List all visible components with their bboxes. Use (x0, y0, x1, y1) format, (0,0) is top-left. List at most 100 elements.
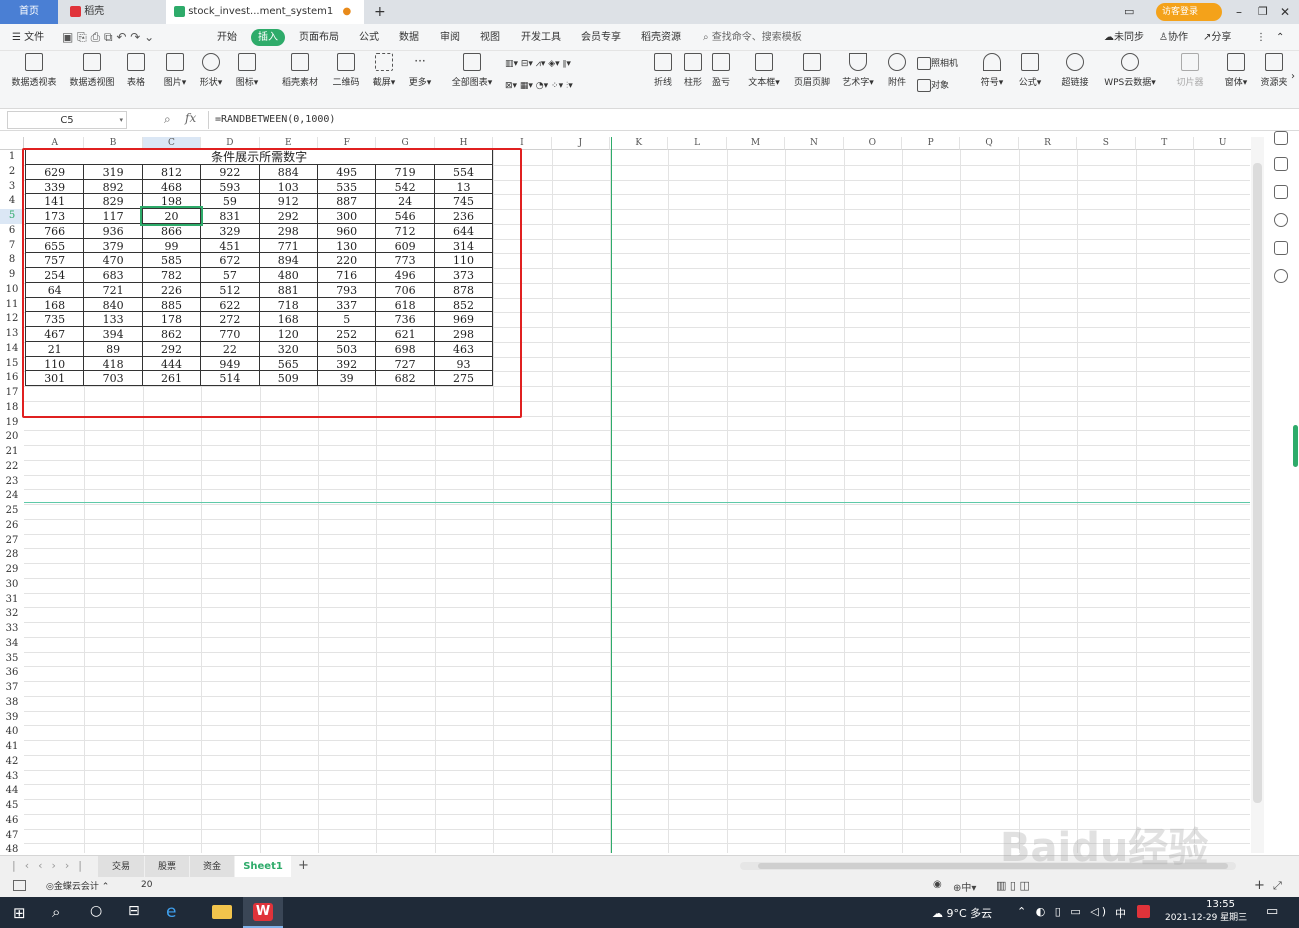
more-icon[interactable]: ⋮ (1256, 24, 1266, 51)
row-header[interactable]: 20 (0, 430, 24, 445)
wordart-button[interactable]: 艺术字▾ (839, 53, 877, 88)
row-header[interactable]: 17 (0, 386, 24, 401)
help-icon[interactable] (1274, 213, 1288, 227)
row-header[interactable]: 4 (0, 194, 24, 209)
textbox-button[interactable]: 文本框▾ (745, 53, 783, 88)
menu-page-layout[interactable]: 页面布局 (299, 24, 339, 51)
all-charts-button[interactable]: 全部图表▾ (448, 53, 496, 88)
wps-cloud-data-button[interactable]: WPS云数据▾ (1100, 53, 1160, 88)
kingdee-plugin[interactable]: ◎金蝶云会计 ⌃ (46, 879, 109, 892)
login-button[interactable]: 访客登录 (1156, 3, 1222, 21)
row-header[interactable]: 15 (0, 357, 24, 372)
windows-start-icon[interactable]: ⊞ (13, 904, 26, 922)
row-header[interactable]: 41 (0, 740, 24, 755)
menu-developer[interactable]: 开发工具 (521, 24, 561, 51)
sparkline-winloss-button[interactable]: 盈亏 (709, 53, 733, 88)
column-header[interactable]: N (785, 137, 844, 150)
weather-widget[interactable]: ☁ 9°C 多云 (932, 905, 992, 921)
row-header[interactable]: 45 (0, 799, 24, 814)
hyperlink-button[interactable]: 超链接 (1059, 53, 1091, 88)
row-header[interactable]: 10 (0, 283, 24, 298)
sheet-tab-trade[interactable]: 交易 (98, 856, 144, 878)
row-header[interactable]: 29 (0, 563, 24, 578)
row-header[interactable]: 24 (0, 489, 24, 504)
sheet-tab-stocks[interactable]: 股票 (145, 856, 189, 878)
command-search[interactable]: ⌕ 查找命令、搜索模板 (703, 24, 802, 51)
row-header[interactable]: 34 (0, 637, 24, 652)
row-header[interactable]: 30 (0, 578, 24, 593)
row-header[interactable]: 27 (0, 534, 24, 549)
column-header[interactable]: S (1077, 137, 1136, 150)
row-header[interactable]: 5 (0, 209, 24, 224)
new-tab-button[interactable]: + (374, 0, 390, 24)
row-header[interactable]: 16 (0, 371, 24, 386)
sparkline-line-button[interactable]: 折线 (651, 53, 675, 88)
row-header[interactable]: 11 (0, 298, 24, 313)
row-header[interactable]: 31 (0, 593, 24, 608)
row-header[interactable]: 26 (0, 519, 24, 534)
row-header[interactable]: 22 (0, 460, 24, 475)
sogou-ime-icon[interactable] (1137, 905, 1150, 918)
column-header[interactable]: J (551, 137, 610, 150)
file-explorer-icon[interactable] (212, 905, 232, 919)
menu-view[interactable]: 视图 (480, 24, 500, 51)
row-header[interactable]: 35 (0, 652, 24, 667)
settings-sliders-icon[interactable] (1274, 157, 1288, 171)
add-sheet-icon[interactable]: + (298, 858, 309, 873)
row-header[interactable]: 23 (0, 475, 24, 490)
object-button[interactable]: 对象 (917, 77, 949, 95)
row-header[interactable]: 46 (0, 814, 24, 829)
row-header[interactable]: 9 (0, 268, 24, 283)
quick-access-icons[interactable]: ▣ ⎘ ⎙ ⧉ ↶ ↷ ⌄ (62, 24, 154, 51)
notification-icon[interactable]: ▭ (1266, 904, 1278, 919)
row-header[interactable]: 6 (0, 224, 24, 239)
pivot-table-button[interactable]: 数据透视表 (8, 53, 60, 88)
minimize-icon[interactable]: – (1236, 0, 1250, 24)
row-header[interactable]: 1 (0, 150, 24, 165)
menu-insert[interactable]: 插入 (251, 29, 285, 46)
menu-member[interactable]: 会员专享 (581, 24, 621, 51)
row-header[interactable]: 38 (0, 696, 24, 711)
row-header[interactable]: 3 (0, 180, 24, 195)
header-footer-button[interactable]: 页眉页脚 (791, 53, 833, 88)
screenshot-button[interactable]: 截屏▾ (368, 53, 400, 88)
select-all-corner[interactable] (0, 137, 24, 150)
column-header[interactable]: O (843, 137, 902, 150)
ime-indicator[interactable]: 中 (1115, 905, 1126, 921)
image-icon[interactable] (1274, 241, 1288, 255)
row-header[interactable]: 47 (0, 829, 24, 844)
row-header[interactable]: 33 (0, 622, 24, 637)
attachment-button[interactable]: 附件 (885, 53, 909, 88)
row-header[interactable]: 43 (0, 770, 24, 785)
row-header[interactable]: 42 (0, 755, 24, 770)
shape-style-icon[interactable] (1274, 185, 1288, 199)
clock[interactable]: 13:55 2021-12-29 星期三 (1165, 899, 1247, 923)
layout-icon[interactable]: ▭ (1124, 0, 1144, 24)
row-header[interactable]: 25 (0, 504, 24, 519)
column-header[interactable]: R (1018, 137, 1078, 150)
row-header[interactable]: 44 (0, 784, 24, 799)
resource-folder-button[interactable]: 资源夹 (1258, 53, 1290, 88)
form-button[interactable]: 窗体▾ (1220, 53, 1252, 88)
slicer-button[interactable]: 切片器 (1174, 53, 1206, 88)
column-header[interactable]: M (726, 137, 786, 150)
more-insert-button[interactable]: ··· 更多▾ (404, 53, 436, 88)
zoom-lens-icon[interactable]: ⌕ (164, 112, 171, 127)
docer-material-button[interactable]: 稻壳素材 (280, 53, 320, 88)
collab-button[interactable]: ♙协作 (1159, 24, 1188, 51)
tab-file[interactable]: stock_invest...ment_system1 ● (166, 0, 364, 24)
view-mode-icons[interactable]: ▥ ▯ ◫ (996, 879, 1030, 892)
spreadsheet-grid[interactable]: ABCDEFGHIJKLMNOPQRSTU 1 2 3 4 5 6 7 8 9 10 11 12 13 1… (0, 131, 1264, 853)
share-button[interactable]: ↗分享 (1203, 24, 1231, 51)
row-header[interactable]: 8 (0, 253, 24, 268)
menu-review[interactable]: 审阅 (440, 24, 460, 51)
tray-icons[interactable]: ⌃ ◐ ▯ ▭ ◁) (1017, 905, 1109, 918)
symbol-button[interactable]: 符号▾ (977, 53, 1007, 88)
sheet-nav-arrows-icon[interactable]: |‹‹››| (12, 859, 91, 872)
menu-data[interactable]: 数据 (399, 24, 419, 51)
chart-type-buttons-row2[interactable]: ⊠▾ ▦▾ ◔▾ ⁘▾ ⫶▾ (505, 77, 573, 95)
vertical-scroll-thumb[interactable] (1253, 163, 1262, 803)
zoom-in-icon[interactable]: + (1254, 878, 1265, 893)
cortana-icon[interactable]: ○ (90, 903, 102, 919)
column-header[interactable]: T (1135, 137, 1194, 150)
